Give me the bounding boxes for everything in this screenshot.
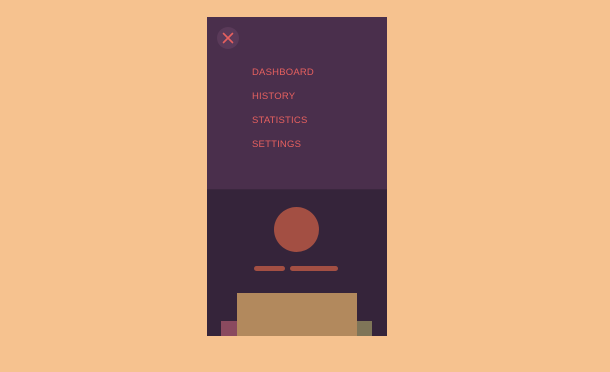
menu-item-history[interactable]: HISTORY: [252, 91, 314, 115]
close-menu-button[interactable]: [217, 27, 239, 49]
navigation-menu-panel: DASHBOARD HISTORY STATISTICS SETTINGS: [207, 17, 387, 190]
mobile-app-frame: DASHBOARD HISTORY STATISTICS SETTINGS: [207, 17, 387, 336]
menu-item-settings[interactable]: SETTINGS: [252, 139, 314, 163]
card-center[interactable]: [237, 293, 357, 336]
menu-item-dashboard[interactable]: DASHBOARD: [252, 67, 314, 91]
subtitle-placeholder-bar: [290, 266, 338, 271]
menu-list: DASHBOARD HISTORY STATISTICS SETTINGS: [252, 67, 314, 163]
card-left-peek[interactable]: [221, 321, 237, 336]
avatar-placeholder: [274, 207, 319, 252]
name-placeholder-bar: [254, 266, 285, 271]
menu-item-statistics[interactable]: STATISTICS: [252, 115, 314, 139]
close-icon: [222, 32, 234, 44]
card-right-peek[interactable]: [357, 321, 372, 336]
